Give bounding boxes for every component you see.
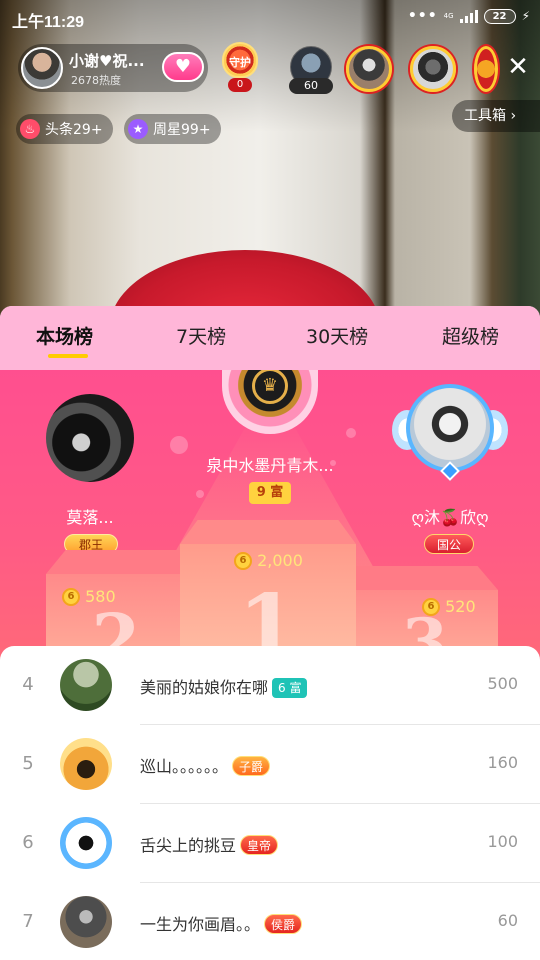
guard-label: 守护 xyxy=(229,56,251,69)
status-time: 上午11:29 xyxy=(12,14,85,31)
third-place-avatar-frame[interactable] xyxy=(392,384,508,488)
close-icon[interactable]: ✕ xyxy=(504,54,532,82)
second-place-score: 6 580 xyxy=(62,586,116,606)
title-badge: 子爵 xyxy=(232,756,271,776)
battery-icon: 22 xyxy=(483,8,516,24)
active-tab-indicator xyxy=(48,354,88,358)
user-name-text: 舌尖上的挑豆 xyxy=(140,836,237,855)
host-name: 小谢♥祝... xyxy=(69,52,145,70)
avatar[interactable] xyxy=(60,896,112,948)
ranking-tabs: 本场榜 7天榜 30天榜 超级榜 xyxy=(0,306,540,370)
headline-label: 头条29+ xyxy=(45,122,103,138)
user-score: 160 xyxy=(487,753,518,772)
list-item[interactable]: 4 美丽的姑娘你在哪 6 富 500 xyxy=(0,646,540,725)
user-score: 500 xyxy=(487,674,518,693)
coin-icon: 6 xyxy=(422,597,440,616)
decor-bubble xyxy=(196,490,204,498)
user-name: 一生为你画眉。。 侯爵 xyxy=(140,911,303,935)
user-name-text: 巡山。。。。。。 xyxy=(140,757,229,776)
toolbox-button[interactable]: 工具箱 › xyxy=(452,100,540,132)
tab-30-days[interactable]: 30天榜 xyxy=(306,322,368,349)
stage-top xyxy=(180,520,356,544)
third-place-score: 6 520 xyxy=(422,596,476,616)
user-name-text: 一生为你画眉。。 xyxy=(140,915,261,934)
weekly-star-chip[interactable]: ★ 周星99+ xyxy=(124,114,221,144)
weekly-star-label: 周星99+ xyxy=(153,122,211,138)
star-icon: ★ xyxy=(128,119,148,139)
top-viewer-avatar-3[interactable] xyxy=(474,46,498,92)
title-badge: 侯爵 xyxy=(264,914,303,934)
guard-count: 0 xyxy=(228,78,252,92)
ranking-list: 4 美丽的姑娘你在哪 6 富 500 5 巡山。。。。。。 子爵 160 6 舌尖上… xyxy=(0,646,540,960)
second-place-avatar[interactable] xyxy=(46,394,134,482)
user-name: 巡山。。。。。。 子爵 xyxy=(140,753,271,777)
status-indicators: ••• 4G 22 ⚡ xyxy=(408,8,530,24)
top-viewer-avatar-1[interactable] xyxy=(346,46,392,92)
avatar[interactable] xyxy=(60,659,112,711)
stage-top xyxy=(46,550,186,574)
status-bar: 上午11:29 ••• 4G 22 ⚡ xyxy=(0,0,540,36)
second-place-score-value: 580 xyxy=(85,587,116,606)
third-place-name[interactable]: ღ沐🍒欣ღ xyxy=(380,504,520,528)
third-place-badge: 国公 xyxy=(424,534,474,554)
headline-chip[interactable]: ♨ 头条29+ xyxy=(16,114,113,144)
level-badge: 6 富 xyxy=(272,678,308,698)
first-place-score: 6 2,000 xyxy=(234,550,303,570)
tab-super[interactable]: 超级榜 xyxy=(442,322,499,349)
third-place-avatar[interactable] xyxy=(406,384,494,472)
ranking-panel: 本场榜 7天榜 30天榜 超级榜 ♛ 泉中水墨丹青木... 9 富 莫落... … xyxy=(0,306,540,960)
host-avatar[interactable] xyxy=(21,47,63,89)
charging-icon: ⚡ xyxy=(521,9,530,23)
rank-number: 4 xyxy=(22,674,34,695)
coin-icon: 6 xyxy=(234,551,252,570)
rank-number: 6 xyxy=(22,832,34,853)
first-place-name[interactable]: 泉中水墨丹青木... xyxy=(170,452,370,476)
second-place-name[interactable]: 莫落... xyxy=(20,504,160,528)
title-badge: 皇帝 xyxy=(240,835,279,855)
avatar[interactable] xyxy=(60,817,112,869)
signal-icon xyxy=(459,9,478,23)
tab-current-session[interactable]: 本场榜 xyxy=(36,322,93,349)
viewer-count: 60 xyxy=(289,78,333,94)
list-item[interactable]: 5 巡山。。。。。。 子爵 160 xyxy=(0,725,540,804)
guard-badge[interactable]: 守护 0 xyxy=(220,42,260,92)
tab-7-days[interactable]: 7天榜 xyxy=(176,322,226,349)
user-score: 60 xyxy=(497,911,518,930)
rank-number: 5 xyxy=(22,753,34,774)
heart-icon: ♥ xyxy=(174,56,192,77)
crown-emblem-icon: ♛ xyxy=(252,370,288,404)
first-place-score-value: 2,000 xyxy=(257,551,303,570)
stage-top xyxy=(352,566,498,590)
user-score: 100 xyxy=(487,832,518,851)
host-heat: 2678热度 xyxy=(71,74,121,87)
battery-level: 22 xyxy=(492,10,507,22)
coin-icon: 6 xyxy=(62,587,80,606)
rank-number: 7 xyxy=(22,911,34,932)
user-name: 美丽的姑娘你在哪 6 富 xyxy=(140,674,308,698)
user-name: 舌尖上的挑豆 皇帝 xyxy=(140,832,279,856)
follow-heart-button[interactable]: ♥ xyxy=(162,52,204,82)
first-place-badge: 9 富 xyxy=(249,482,291,504)
avatar[interactable] xyxy=(60,738,112,790)
list-item[interactable]: 6 舌尖上的挑豆 皇帝 100 xyxy=(0,804,540,883)
flame-icon: ♨ xyxy=(20,119,40,139)
decor-bubble xyxy=(346,428,356,438)
third-place-score-value: 520 xyxy=(445,597,476,616)
more-dots-icon: ••• xyxy=(407,8,438,24)
podium-area: ♛ 泉中水墨丹青木... 9 富 莫落... 郡王 ღ沐🍒欣ღ 国公 2 3 1… xyxy=(0,370,540,670)
list-item[interactable]: 7 一生为你画眉。。 侯爵 60 xyxy=(0,883,540,960)
user-name-text: 美丽的姑娘你在哪 xyxy=(140,678,269,697)
first-place-avatar-frame[interactable]: ♛ xyxy=(222,370,318,434)
network-type: 4G xyxy=(443,11,454,20)
top-viewer-avatar-2[interactable] xyxy=(410,46,456,92)
